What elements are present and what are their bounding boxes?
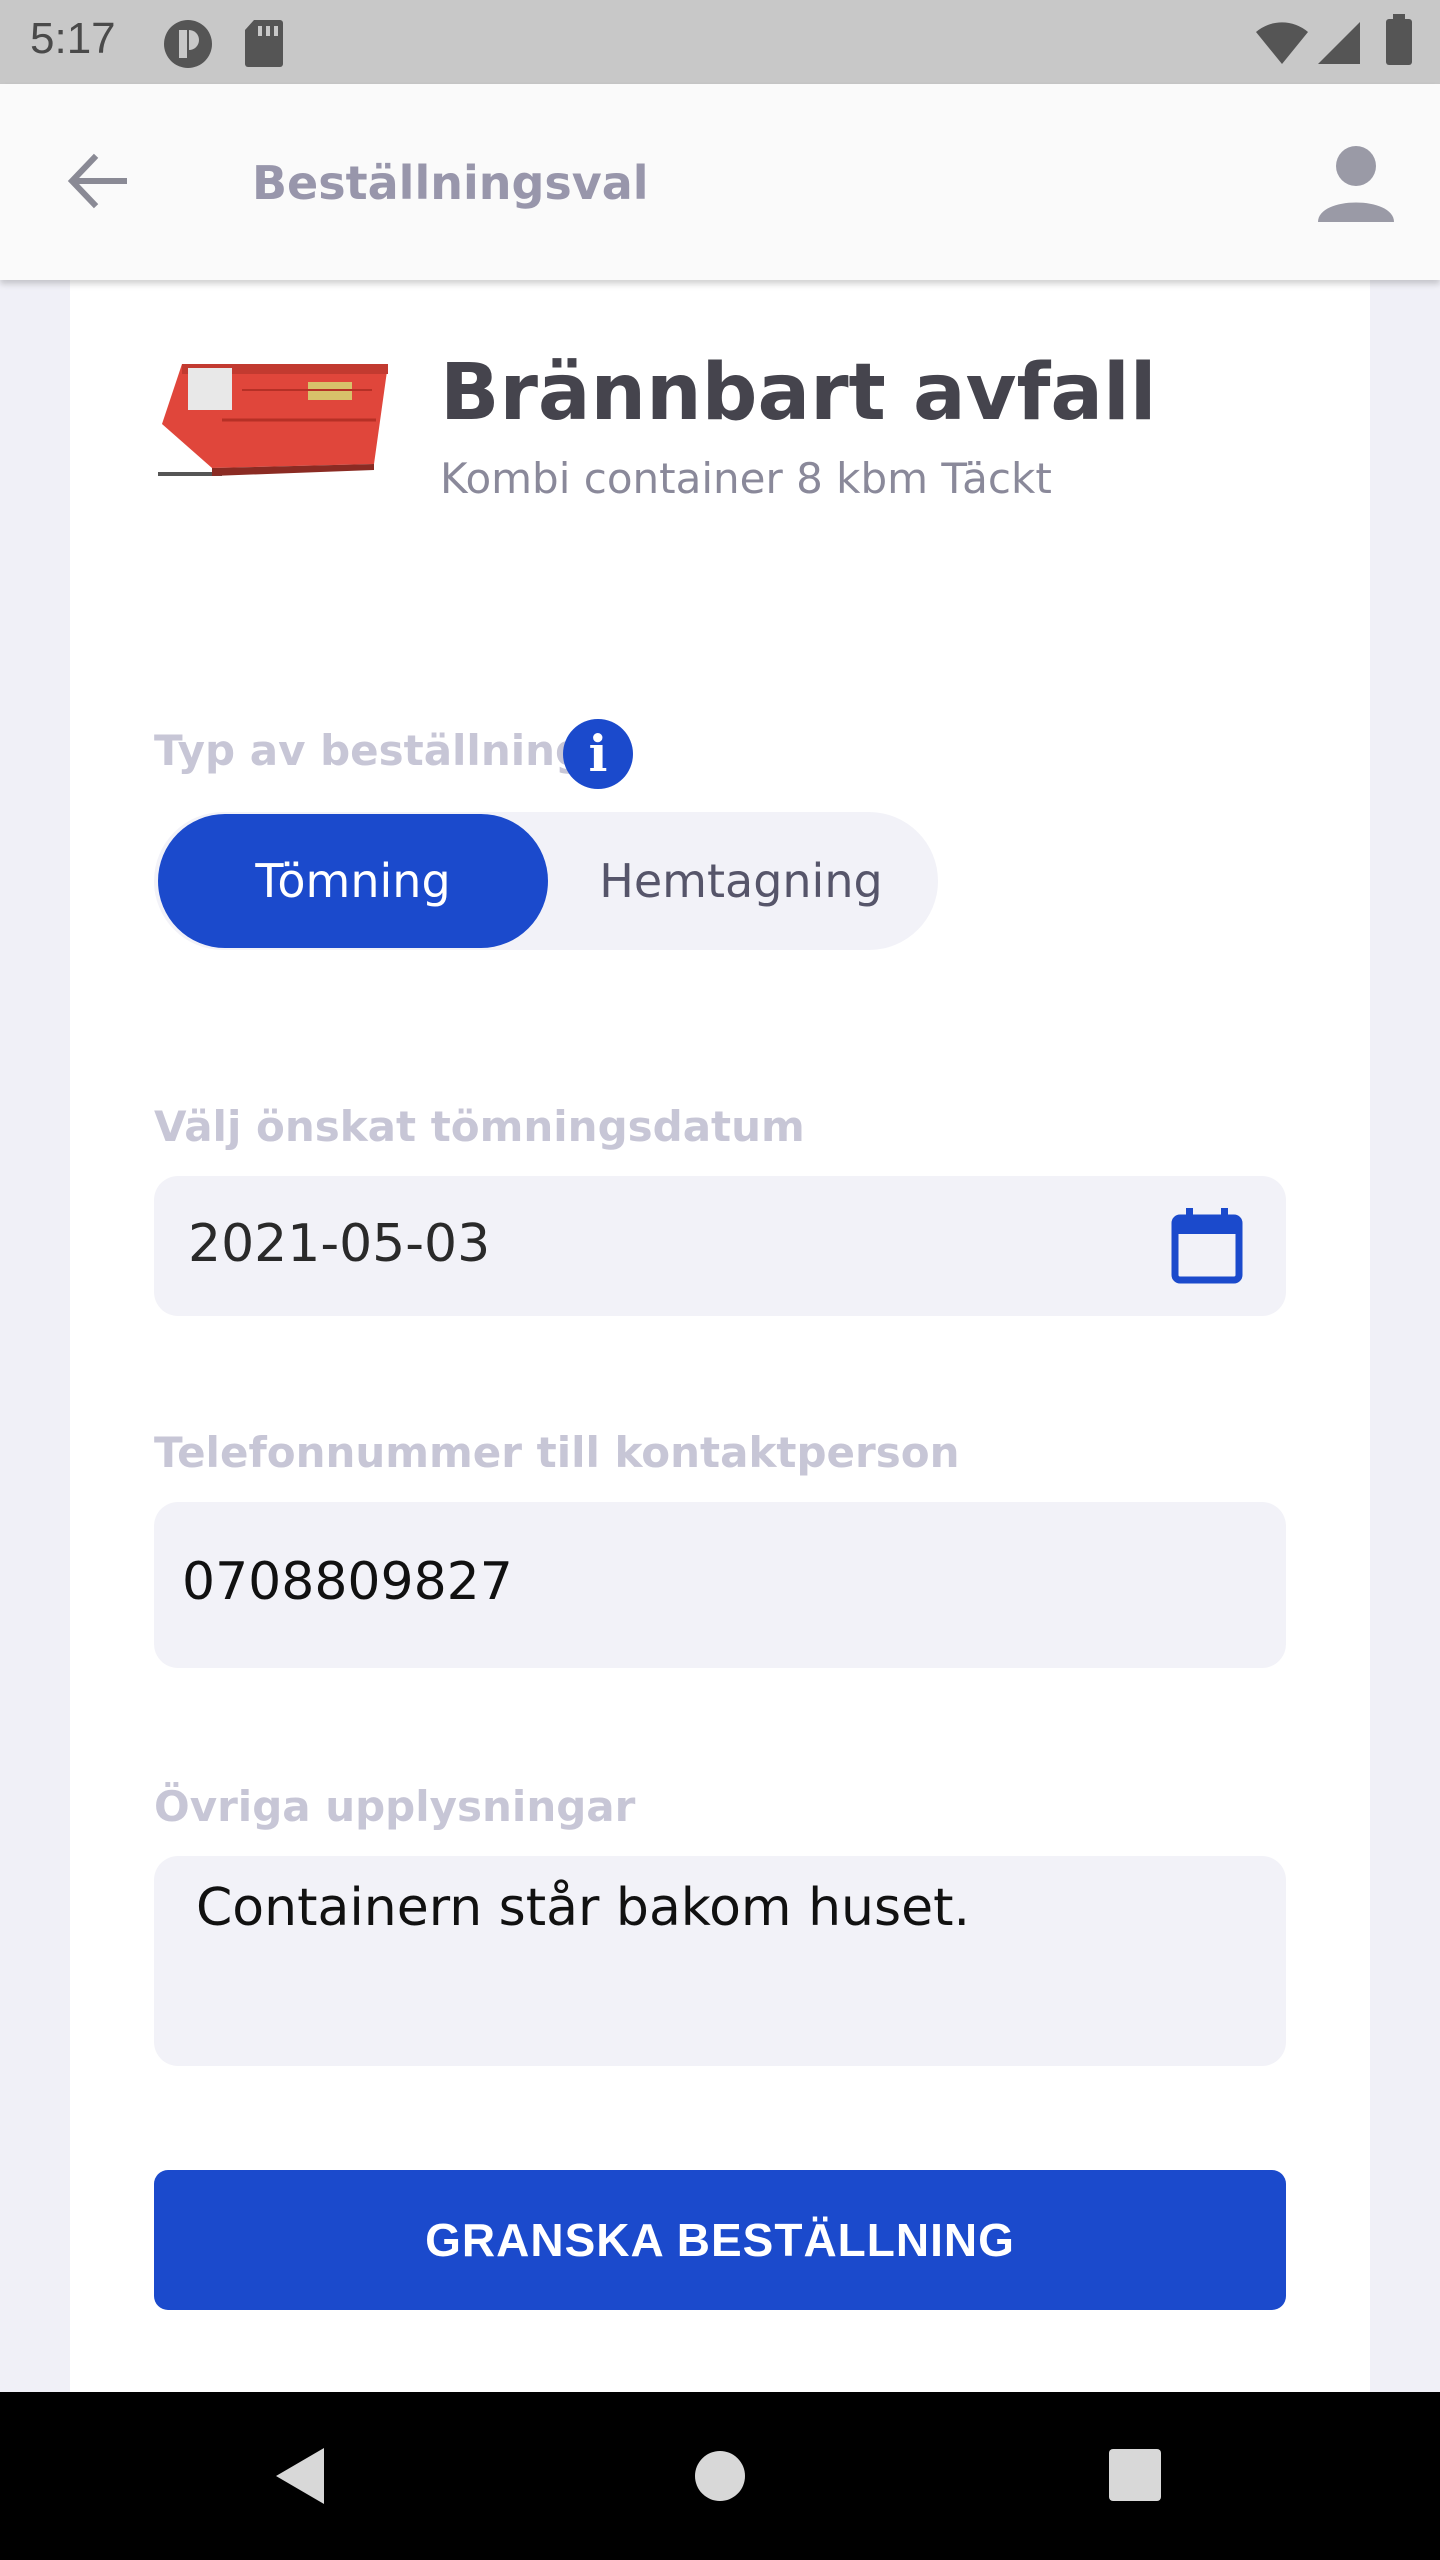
system-nav-bar [0, 2392, 1440, 2560]
status-bar: 5:17 [0, 0, 1440, 84]
nav-home-icon[interactable] [694, 2450, 746, 2502]
order-type-toggle: Tömning Hemtagning [154, 812, 938, 950]
sd-card-icon [245, 20, 283, 67]
notes-field[interactable]: Containern står bakom huset. [154, 1856, 1286, 2066]
calendar-icon[interactable] [1170, 1206, 1244, 1286]
wifi-icon [1256, 22, 1308, 64]
info-icon[interactable]: i [563, 719, 633, 789]
review-order-button[interactable]: GRANSKA BESTÄLLNING [154, 2170, 1286, 2310]
date-value: 2021-05-03 [188, 1214, 491, 1274]
phone-label: Telefonnummer till kontaktperson [154, 1428, 960, 1477]
nav-back-icon[interactable] [272, 2444, 328, 2508]
account-icon[interactable] [1316, 144, 1396, 224]
page-title: Beställningsval [252, 156, 649, 210]
tab-hemtagning[interactable]: Hemtagning [548, 814, 934, 948]
order-card [70, 280, 1370, 2392]
back-arrow-icon[interactable] [62, 146, 132, 216]
order-type-label: Typ av beställning [154, 726, 586, 775]
app-notification-icon [164, 20, 212, 68]
phone-field[interactable]: 0708809827 [154, 1502, 1286, 1668]
date-label: Välj önskat tömningsdatum [154, 1102, 805, 1151]
cellular-signal-icon [1318, 22, 1360, 64]
app-bar: Beställningsval [0, 84, 1440, 280]
notes-value: Containern står bakom huset. [196, 1878, 970, 1938]
product-subtitle: Kombi container 8 kbm Täckt [440, 454, 1052, 503]
tab-tomning[interactable]: Tömning [158, 814, 548, 948]
phone-value: 0708809827 [182, 1552, 513, 1612]
product-title: Brännbart avfall [440, 348, 1157, 438]
date-field[interactable]: 2021-05-03 [154, 1176, 1286, 1316]
battery-icon [1386, 14, 1412, 65]
notes-label: Övriga upplysningar [154, 1782, 636, 1831]
nav-recents-icon[interactable] [1108, 2448, 1162, 2502]
status-time: 5:17 [30, 14, 116, 63]
container-image [158, 364, 388, 476]
